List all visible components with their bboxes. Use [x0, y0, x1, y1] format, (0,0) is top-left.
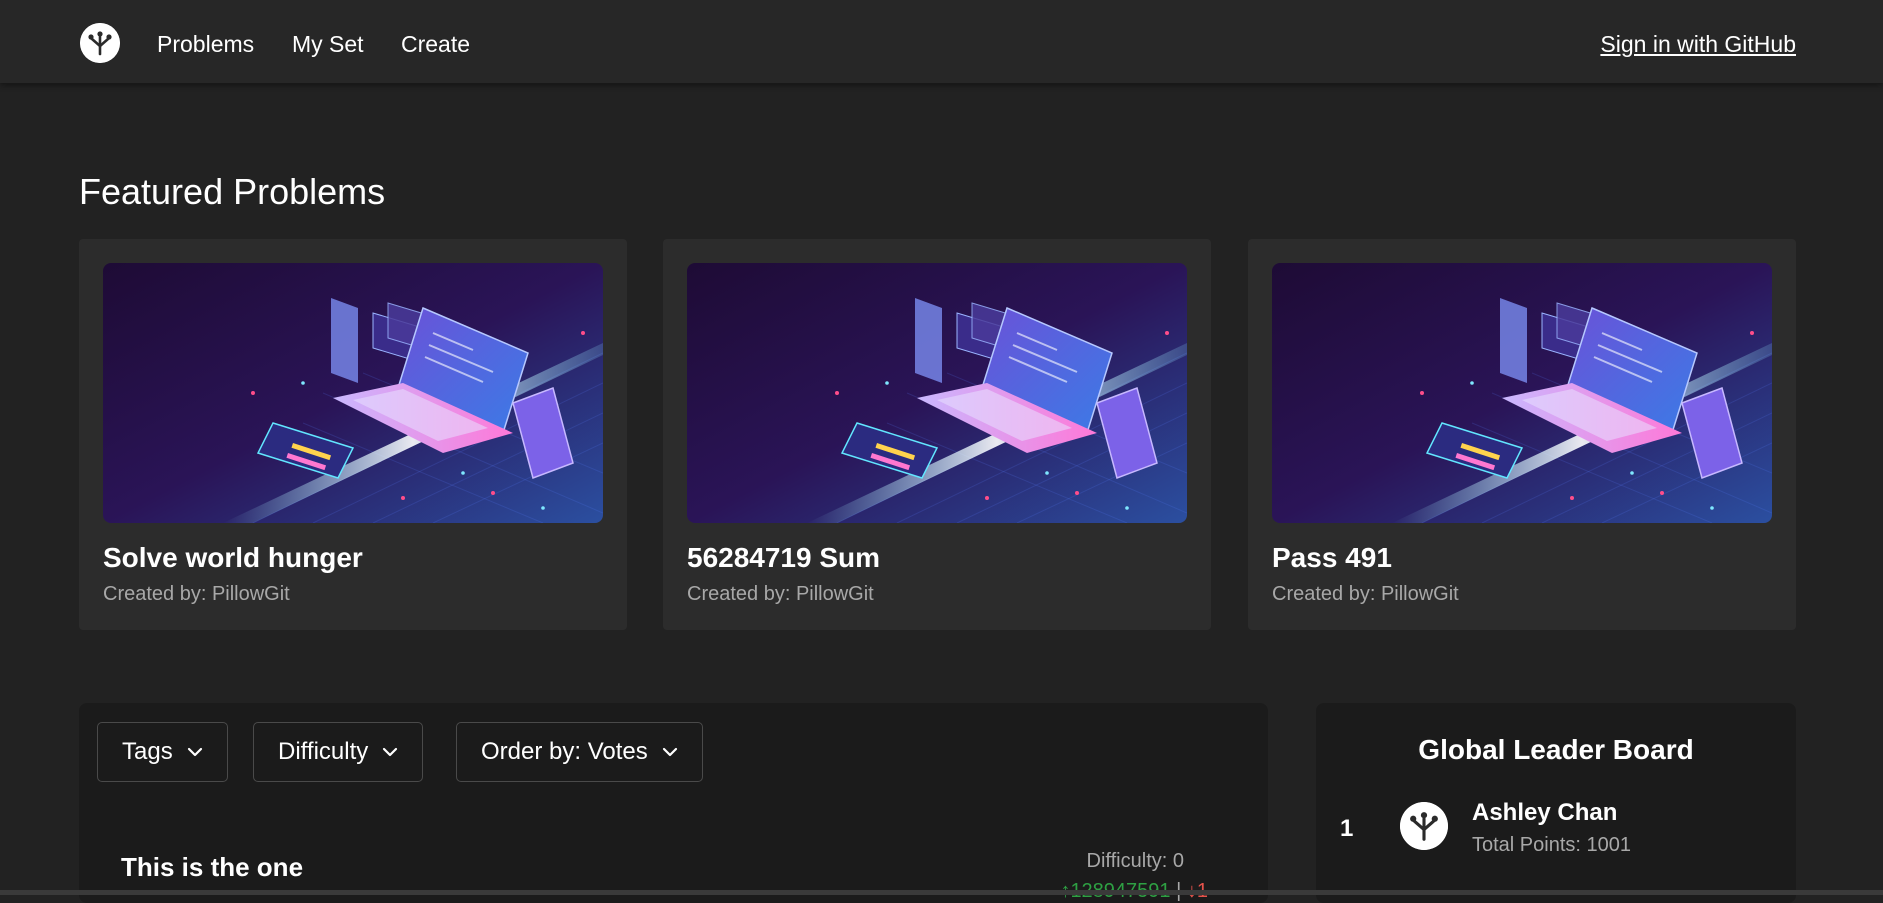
featured-card[interactable]: Pass 491 Created by: PillowGit: [1248, 239, 1796, 630]
leaderboard-title: Global Leader Board: [1418, 734, 1694, 765]
nav-link-problems[interactable]: Problems: [157, 29, 254, 59]
nav-link-create[interactable]: Create: [401, 29, 470, 59]
card-creator: Created by: PillowGit: [103, 583, 290, 605]
problem-title[interactable]: This is the one: [121, 851, 303, 883]
card-title: Solve world hunger: [103, 542, 363, 573]
featured-card[interactable]: Solve world hunger Created by: PillowGit: [79, 239, 627, 630]
order-by-dropdown[interactable]: Order by: Votes: [456, 722, 703, 782]
problem-difficulty: Difficulty: 0: [1086, 850, 1184, 872]
leaderboard-rank: 1: [1340, 815, 1354, 842]
isometric-laptop-illustration: [103, 263, 603, 523]
top-navbar: Problems My Set Create Sign in with GitH…: [0, 0, 1883, 83]
global-leaderboard-panel: Global Leader Board 1 Ashley Chan Total …: [1316, 703, 1796, 903]
difficulty-dropdown[interactable]: Difficulty: [253, 722, 424, 782]
chevron-down-icon: [187, 747, 202, 757]
isometric-laptop-illustration: [687, 263, 1187, 523]
card-creator: Created by: PillowGit: [687, 583, 874, 605]
problem-list-panel: Tags Difficulty Order by: Votes This is …: [79, 703, 1268, 903]
featured-problems-heading: Featured Problems: [79, 171, 386, 212]
tags-dropdown[interactable]: Tags: [97, 722, 228, 782]
leaderboard-name[interactable]: Ashley Chan: [1472, 799, 1617, 827]
sign-in-github-link[interactable]: Sign in with GitHub: [1600, 29, 1796, 59]
card-creator: Created by: PillowGit: [1272, 583, 1459, 605]
card-title: Pass 491: [1272, 542, 1392, 573]
order-by-dropdown-label: Order by: Votes: [481, 738, 648, 765]
chevron-down-icon: [662, 747, 677, 757]
avatar: [1400, 802, 1448, 850]
isometric-laptop-illustration: [1272, 263, 1772, 523]
chevron-down-icon: [383, 747, 398, 757]
card-title: 56284719 Sum: [687, 542, 881, 573]
nav-link-my-set[interactable]: My Set: [292, 29, 364, 59]
difficulty-dropdown-label: Difficulty: [278, 738, 369, 765]
featured-card[interactable]: 56284719 Sum Created by: PillowGit: [663, 239, 1211, 630]
tags-dropdown-label: Tags: [122, 738, 173, 765]
horizontal-scrollbar[interactable]: [0, 890, 1883, 895]
tree-logo-icon[interactable]: [80, 23, 120, 63]
leaderboard-points: Total Points: 1001: [1472, 834, 1631, 856]
